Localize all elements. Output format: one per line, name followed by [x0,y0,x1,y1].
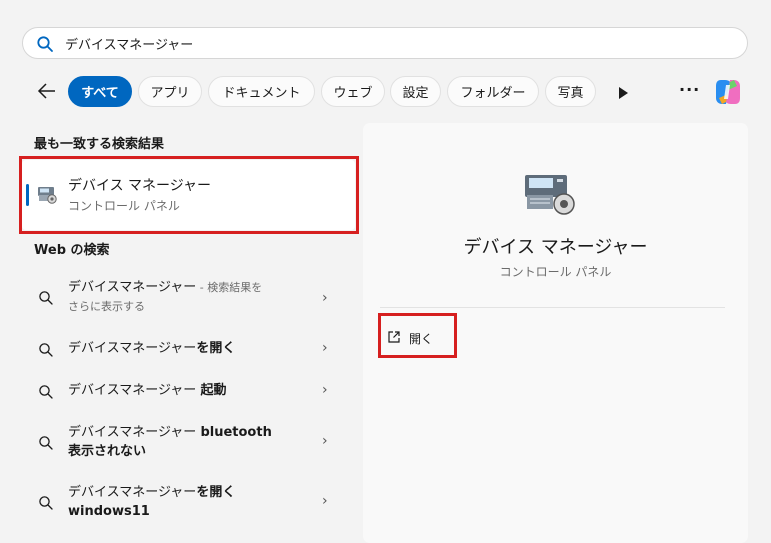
search-icon [38,495,54,515]
web-result-bold: 起動 [200,383,227,398]
web-result-text: デバイスマネージャー [68,383,201,398]
chevron-right-icon: › [322,382,328,398]
device-manager-large-icon [521,167,581,221]
web-search-heading: Web の検索 [34,243,110,258]
search-icon [38,342,54,362]
web-result-text: デバイスマネージャー [68,341,197,356]
web-result-bold: を開く [196,341,236,356]
detail-subtitle: コントロール パネル [499,265,612,279]
chevron-right-icon: › [322,340,328,356]
filter-tab-photos[interactable]: 写真 [545,76,596,107]
search-icon [38,384,54,404]
search-input[interactable] [65,32,725,54]
filter-tab-folders[interactable]: フォルダー [447,76,539,107]
search-box[interactable] [22,27,748,59]
copilot-icon[interactable] [712,76,744,108]
web-result-item[interactable]: デバイスマネージャーを開く › [22,338,355,362]
filter-tab-all[interactable]: すべて [68,76,132,107]
web-result-bold: bluetooth [200,425,272,440]
search-icon [36,35,54,57]
chevron-right-icon: › [322,433,328,449]
detail-divider [380,307,725,308]
web-result-bold: を開く [196,485,236,500]
filter-tab-apps[interactable]: アプリ [138,76,202,107]
filter-tab-web[interactable]: ウェブ [321,76,385,107]
play-more-icon[interactable] [617,85,629,99]
web-result-bold-line2: windows11 [68,504,150,519]
filter-tab-settings[interactable]: 設定 [390,76,441,107]
best-match-heading: 最も一致する検索結果 [34,137,165,152]
web-result-suffix-line2: さらに表示する [68,300,145,313]
web-result-text: デバイスマネージャー [68,280,197,295]
web-result-item[interactable]: デバイスマネージャー bluetooth 表示されない › [22,423,355,465]
highlight-box-best-match [19,156,359,234]
back-arrow-icon[interactable] [36,80,58,102]
web-result-text: デバイスマネージャー [68,425,201,440]
web-result-bold-line2: 表示されない [68,444,147,459]
more-options-icon[interactable]: ··· [679,80,700,99]
web-result-item[interactable]: デバイスマネージャーを開く windows11 › [22,483,355,525]
filter-tab-documents[interactable]: ドキュメント [208,76,315,107]
search-icon [38,435,54,455]
web-result-text: デバイスマネージャー [68,485,197,500]
web-result-item[interactable]: デバイスマネージャー - 検索結果を さらに表示する › [22,278,355,322]
detail-title: デバイス マネージャー [463,237,648,258]
web-result-item[interactable]: デバイスマネージャー 起動 › [22,380,355,404]
web-result-suffix: - 検索結果を [196,281,263,294]
chevron-right-icon: › [322,493,328,509]
highlight-box-open [378,313,457,358]
chevron-right-icon: › [322,290,328,306]
search-icon [38,290,54,310]
